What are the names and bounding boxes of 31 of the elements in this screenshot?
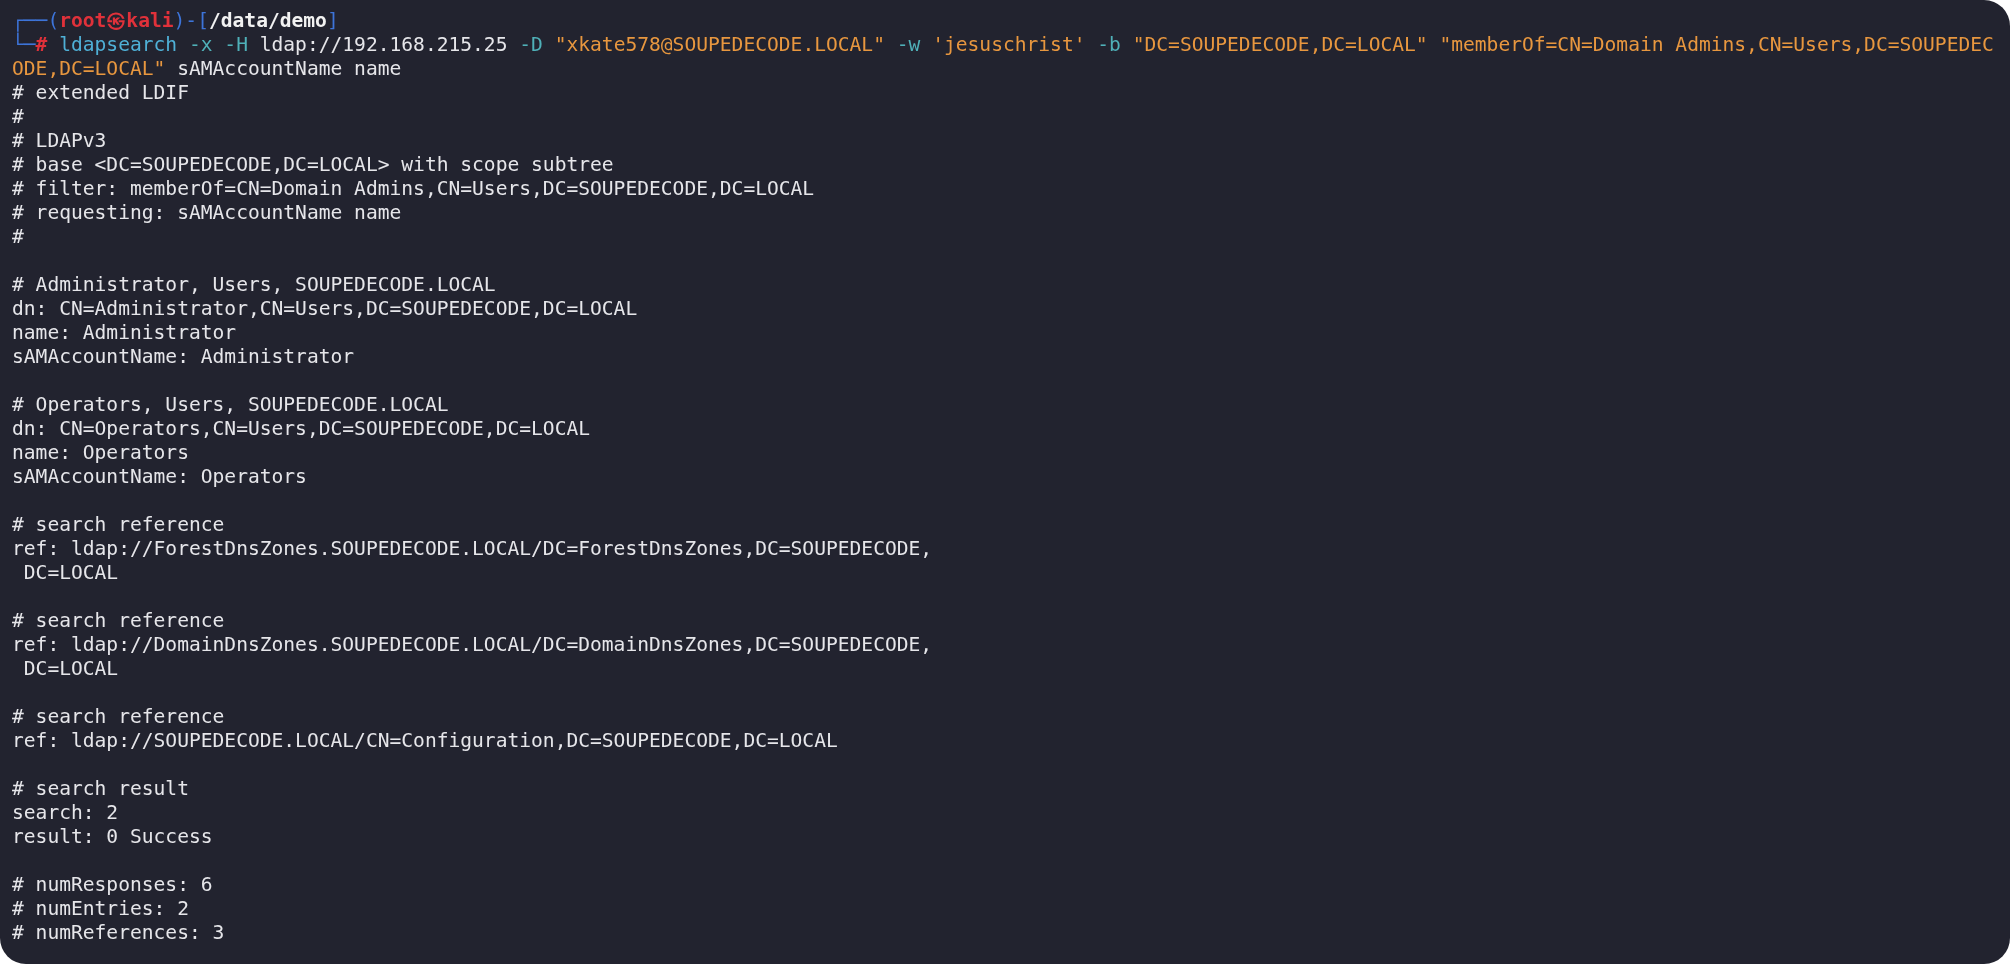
output-line: # search reference <box>12 609 226 633</box>
output-line: # numEntries: 2 <box>12 897 190 921</box>
output-line: DC=LOCAL <box>22 561 120 585</box>
output-line: DC=LOCAL <box>22 657 120 681</box>
prompt-line: ┌──(root㉿kali)-[/data/demo] <box>12 9 340 32</box>
output-line: name: Operators <box>12 441 190 465</box>
output-line: sAMAccountName: Administrator <box>12 345 356 369</box>
output-line: # Operators, Users, SOUPEDECODE.LOCAL <box>12 393 450 417</box>
output-line: # <box>12 105 25 129</box>
output-line: # numReferences: 3 <box>12 921 226 945</box>
output-line: # filter: memberOf=CN=Domain Admins,CN=Users,DC=SOUPEDECODE,DC=LOCAL <box>12 177 816 201</box>
output-line: # requesting: sAMAccountName name <box>12 201 403 225</box>
output-line: result: 0 Success <box>12 825 214 849</box>
output-line: # <box>12 225 25 249</box>
output-line: # search reference <box>12 705 226 729</box>
output-line: # Administrator, Users, SOUPEDECODE.LOCAL <box>12 273 497 297</box>
output-line: # numResponses: 6 <box>12 873 214 897</box>
output-line: sAMAccountName: Operators <box>12 465 308 489</box>
output-line: # LDAPv3 <box>12 129 108 153</box>
output-line: # extended LDIF <box>12 81 190 105</box>
output-line: search: 2 <box>12 801 120 825</box>
output-line: ref: ldap://DomainDnsZones.SOUPEDECODE.LOCAL/DC=DomainDnsZones,DC=SOUPEDECODE, <box>12 633 934 657</box>
output-line: ref: ldap://SOUPEDECODE.LOCAL/CN=Configuration,DC=SOUPEDECODE,DC=LOCAL <box>12 729 839 753</box>
output-line: dn: CN=Administrator,CN=Users,DC=SOUPEDECODE,DC=LOCAL <box>12 297 639 321</box>
command-line: └─# ldapsearch -x -H ldap://192.168.215.25 -D "xkate578@SOUPEDECODE.LOCAL" -w 'jesuschrist' -b "DC=SOUPEDECODE,DC=LOCAL" "memberOf=CN=Domain Admins,CN=Users,DC=SOUPEDECODE,DC=LOCAL" sAMAccountName name <box>12 33 1995 81</box>
output-line: dn: CN=Operators,CN=Users,DC=SOUPEDECODE,DC=LOCAL <box>12 417 592 441</box>
output-line: name: Administrator <box>12 321 238 345</box>
output-line: # search reference <box>12 513 226 537</box>
output-line: ref: ldap://ForestDnsZones.SOUPEDECODE.LOCAL/DC=ForestDnsZones,DC=SOUPEDECODE, <box>12 537 934 561</box>
output-line: # base <DC=SOUPEDECODE,DC=LOCAL> with scope subtree <box>12 153 615 177</box>
output-line: # search result <box>12 777 190 801</box>
